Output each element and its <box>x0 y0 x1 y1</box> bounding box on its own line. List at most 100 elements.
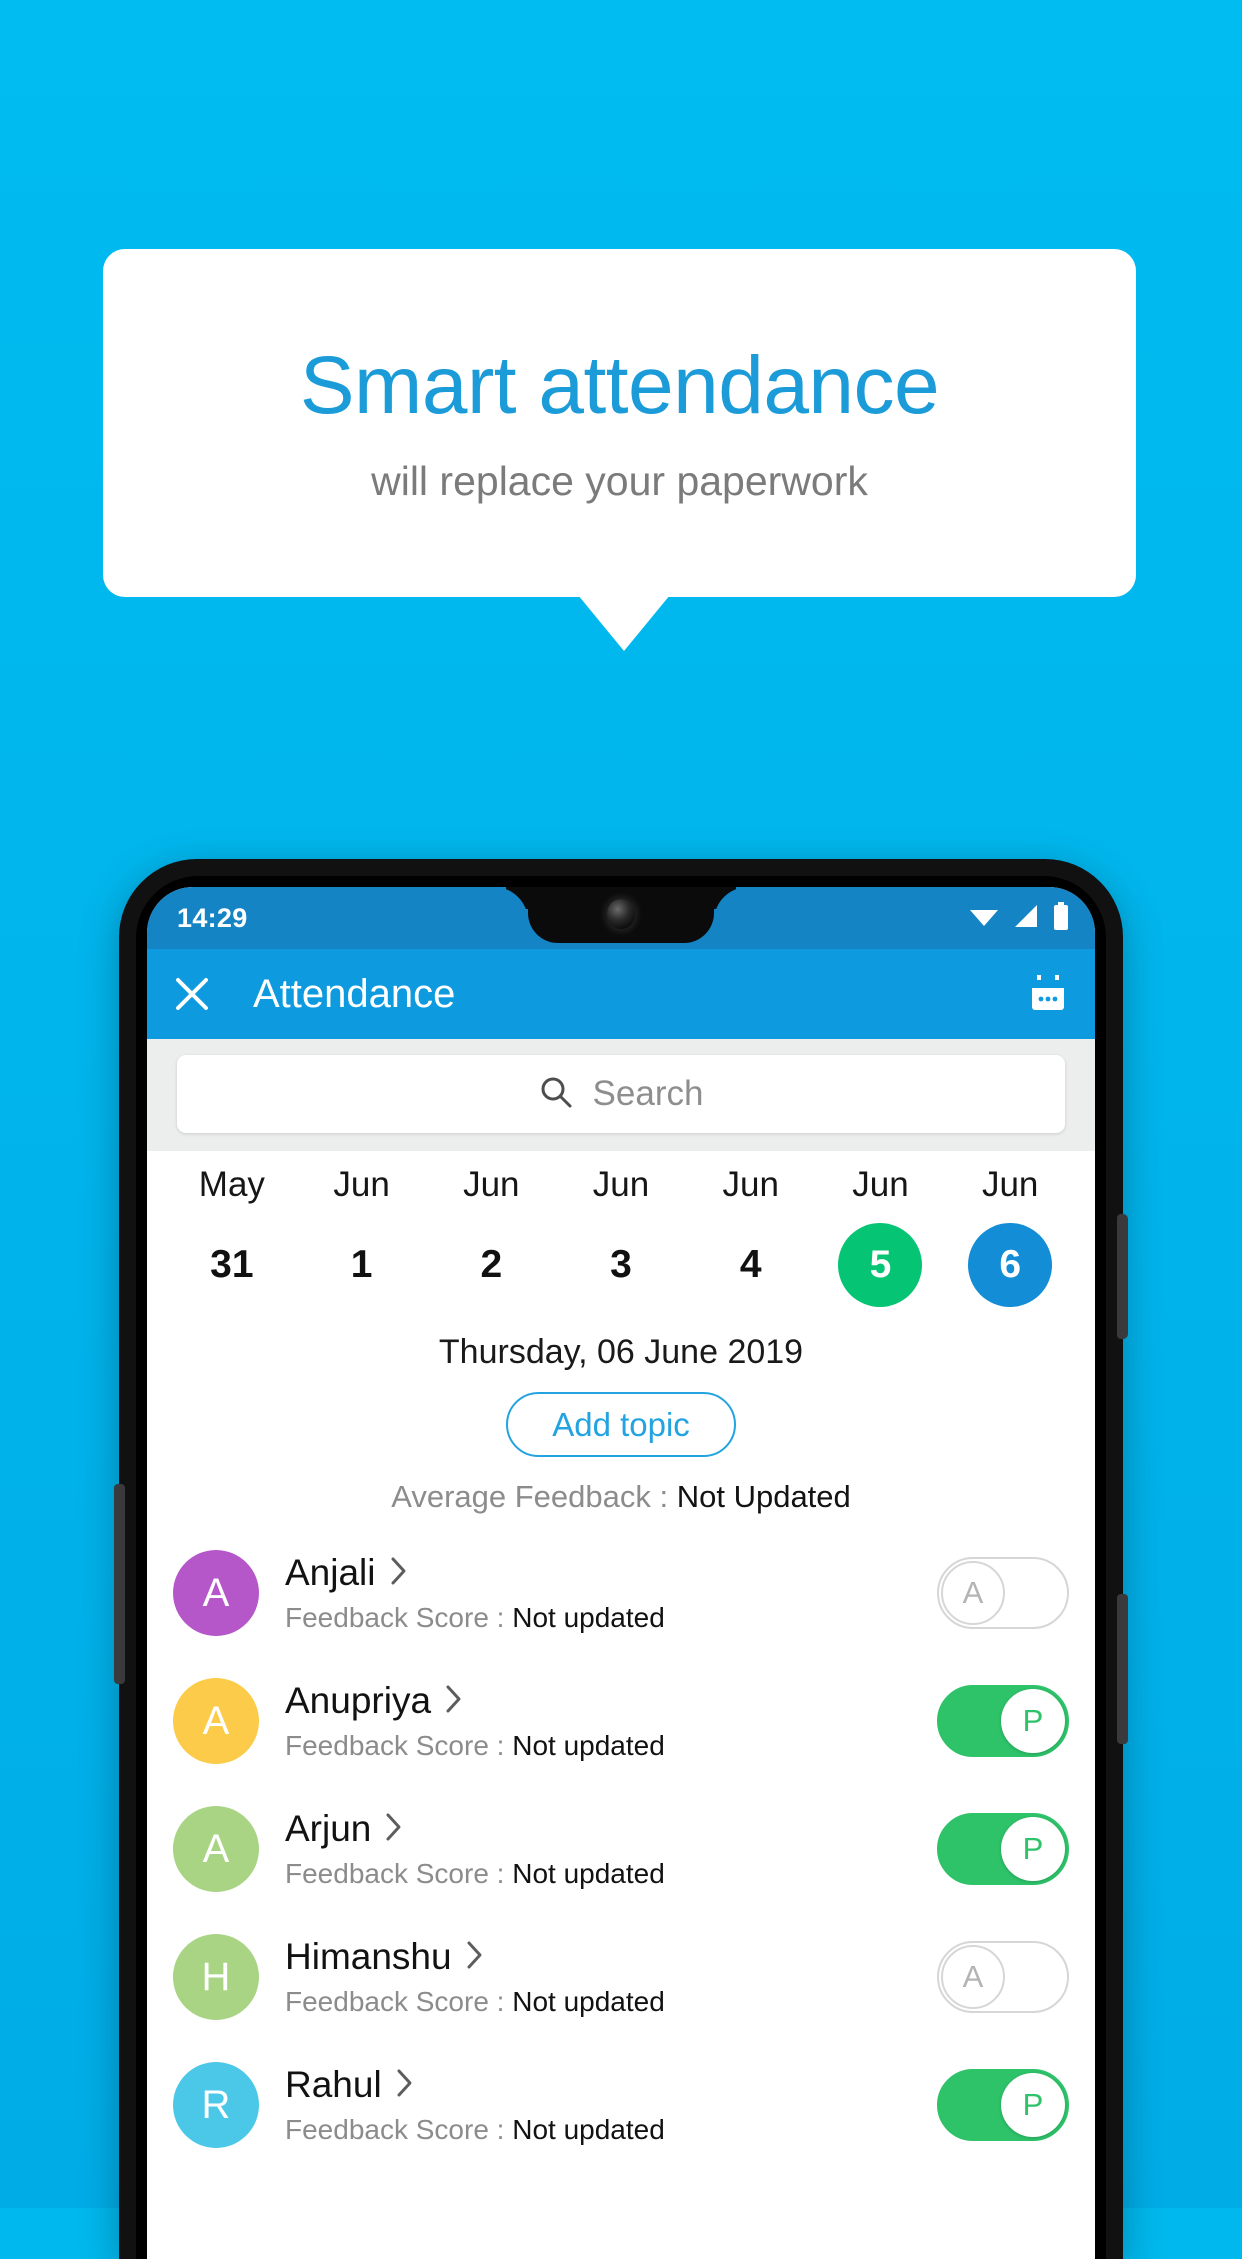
date-day[interactable]: 2 <box>449 1223 533 1307</box>
date-cell[interactable]: Jun 5 <box>816 1165 946 1307</box>
date-cell[interactable]: May 31 <box>167 1165 297 1307</box>
phone-volume-button-right[interactable] <box>1117 1594 1128 1744</box>
student-name-line[interactable]: Anjali <box>285 1552 937 1594</box>
attendance-toggle-knob: P <box>1001 1689 1065 1753</box>
chevron-right-icon[interactable] <box>445 1684 463 1719</box>
promo-subtitle: will replace your paperwork <box>371 457 868 504</box>
feedback-score-label: Feedback Score : <box>285 2114 513 2145</box>
feedback-score-value: Not updated <box>512 1602 665 1633</box>
date-month: Jun <box>722 1165 779 1204</box>
date-cell[interactable]: Jun 3 <box>556 1165 686 1307</box>
front-camera <box>607 899 635 929</box>
status-bar-clock: 14:29 <box>177 902 248 933</box>
student-name: Anupriya <box>285 1680 432 1721</box>
battery-icon <box>1053 901 1069 935</box>
feedback-score-line: Feedback Score : Not updated <box>285 1986 937 2018</box>
date-strip[interactable]: May 31 Jun 1 Jun 2 Jun 3 Jun 4 Jun 5 Jun… <box>147 1151 1095 1315</box>
student-info: Anjali Feedback Score : Not updated <box>285 1552 937 1634</box>
search-placeholder: Search <box>592 1074 704 1113</box>
page-title: Attendance <box>253 971 456 1016</box>
promo-callout-tail <box>578 595 670 651</box>
attendance-toggle-knob: A <box>941 1945 1005 2009</box>
search-area: Search <box>147 1039 1095 1151</box>
date-cell[interactable]: Jun 2 <box>426 1165 556 1307</box>
student-name-line[interactable]: Himanshu <box>285 1936 937 1978</box>
table-row[interactable]: H Himanshu Feedback Score : Not updated … <box>147 1913 1095 2041</box>
attendance-toggle[interactable]: A <box>937 1941 1069 2013</box>
date-month: May <box>198 1165 265 1204</box>
calendar-icon[interactable] <box>1027 973 1069 1015</box>
feedback-score-label: Feedback Score : <box>285 1602 513 1633</box>
attendance-toggle-knob: P <box>1001 1817 1065 1881</box>
date-day[interactable]: 4 <box>709 1223 793 1307</box>
average-feedback-label: Average Feedback : <box>391 1479 677 1514</box>
phone-power-button[interactable] <box>1117 1214 1128 1339</box>
date-month: Jun <box>463 1165 520 1204</box>
feedback-score-line: Feedback Score : Not updated <box>285 1858 937 1890</box>
attendance-toggle[interactable]: A <box>937 1557 1069 1629</box>
status-bar: 14:29 <box>147 887 1095 949</box>
date-month: Jun <box>592 1165 650 1204</box>
student-list: A Anjali Feedback Score : Not updated A <box>147 1529 1095 2169</box>
feedback-score-line: Feedback Score : Not updated <box>285 1602 937 1634</box>
phone-volume-button-left[interactable] <box>114 1484 125 1684</box>
promo-callout-card: Smart attendance will replace your paper… <box>103 249 1136 597</box>
student-info: Himanshu Feedback Score : Not updated <box>285 1936 937 2018</box>
student-name-line[interactable]: Anupriya <box>285 1680 937 1722</box>
phone-screen: 14:29 Attendance Search May 31 Jun 1 Jun… <box>147 887 1095 2259</box>
attendance-toggle[interactable]: P <box>937 2069 1069 2141</box>
student-info: Rahul Feedback Score : Not updated <box>285 2064 937 2146</box>
wifi-icon <box>969 905 999 932</box>
attendance-toggle[interactable]: P <box>937 1813 1069 1885</box>
student-name: Rahul <box>285 2064 382 2105</box>
table-row[interactable]: A Arjun Feedback Score : Not updated P <box>147 1785 1095 1913</box>
chevron-right-icon[interactable] <box>466 1940 484 1975</box>
avatar: A <box>173 1806 259 1892</box>
average-feedback-value: Not Updated <box>676 1479 851 1514</box>
student-name-line[interactable]: Arjun <box>285 1808 937 1850</box>
chevron-right-icon[interactable] <box>385 1812 403 1847</box>
search-icon <box>539 1075 573 1114</box>
feedback-score-line: Feedback Score : Not updated <box>285 2114 937 2146</box>
avatar: A <box>173 1550 259 1636</box>
attendance-toggle-knob: P <box>1001 2073 1065 2137</box>
signal-icon <box>1013 904 1039 933</box>
attendance-toggle-knob: A <box>941 1561 1005 1625</box>
status-bar-icons <box>969 901 1069 935</box>
chevron-right-icon[interactable] <box>390 1556 408 1591</box>
average-feedback: Average Feedback : Not Updated <box>147 1479 1095 1515</box>
date-day[interactable]: 31 <box>190 1223 274 1307</box>
date-day-highlighted[interactable]: 5 <box>838 1223 923 1307</box>
phone-device-frame: 14:29 Attendance Search May 31 Jun 1 Jun… <box>114 859 1128 2259</box>
feedback-score-value: Not updated <box>512 2114 665 2145</box>
date-month: Jun <box>852 1165 909 1204</box>
table-row[interactable]: R Rahul Feedback Score : Not updated P <box>147 2041 1095 2169</box>
chevron-right-icon[interactable] <box>396 2068 414 2103</box>
add-topic-row: Add topic <box>147 1392 1095 1457</box>
feedback-score-label: Feedback Score : <box>285 1986 513 2017</box>
student-name: Himanshu <box>285 1936 452 1977</box>
date-cell[interactable]: Jun 6 <box>945 1165 1075 1307</box>
search-input[interactable]: Search <box>177 1055 1065 1133</box>
add-topic-button[interactable]: Add topic <box>506 1392 736 1457</box>
table-row[interactable]: A Anjali Feedback Score : Not updated A <box>147 1529 1095 1657</box>
student-name: Anjali <box>285 1552 376 1593</box>
date-cell[interactable]: Jun 4 <box>686 1165 816 1307</box>
feedback-score-value: Not updated <box>512 1858 665 1889</box>
close-button[interactable] <box>173 975 211 1013</box>
avatar: A <box>173 1678 259 1764</box>
avatar: R <box>173 2062 259 2148</box>
feedback-score-line: Feedback Score : Not updated <box>285 1730 937 1762</box>
date-day-selected[interactable]: 6 <box>968 1223 1053 1307</box>
date-day[interactable]: 1 <box>320 1223 404 1307</box>
attendance-toggle[interactable]: P <box>937 1685 1069 1757</box>
table-row[interactable]: A Anupriya Feedback Score : Not updated … <box>147 1657 1095 1785</box>
date-day[interactable]: 3 <box>579 1223 663 1307</box>
student-info: Anupriya Feedback Score : Not updated <box>285 1680 937 1762</box>
app-bar: Attendance <box>147 949 1095 1039</box>
promo-title: Smart attendance <box>299 339 940 431</box>
feedback-score-value: Not updated <box>512 1986 665 2017</box>
student-name-line[interactable]: Rahul <box>285 2064 937 2106</box>
date-cell[interactable]: Jun 1 <box>297 1165 427 1307</box>
student-info: Arjun Feedback Score : Not updated <box>285 1808 937 1890</box>
